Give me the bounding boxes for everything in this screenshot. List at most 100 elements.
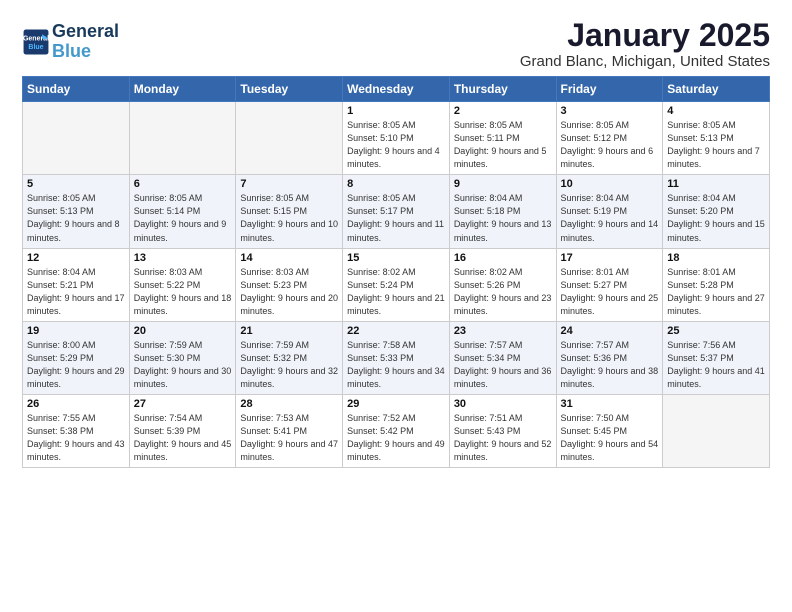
day-header-wednesday: Wednesday: [343, 77, 450, 102]
logo-text: General Blue: [52, 22, 119, 62]
calendar-cell: [129, 102, 236, 175]
day-number: 31: [561, 398, 659, 410]
calendar-cell: [23, 102, 130, 175]
calendar-cell: 2Sunrise: 8:05 AM Sunset: 5:11 PM Daylig…: [449, 102, 556, 175]
day-number: 10: [561, 178, 659, 190]
calendar-cell: 16 Sunrise: 8:02 AM Sunset: 5:26 PM Dayli…: [449, 248, 556, 321]
calendar-cell: 29 Sunrise: 7:52 AM Sunset: 5:42 PM Dayli…: [343, 394, 450, 467]
calendar-cell: 25 Sunrise: 7:56 AM Sunset: 5:37 PM Dayli…: [663, 321, 770, 394]
day-info: Sunrise: 7:56 AM Sunset: 5:37 PM Dayligh…: [667, 339, 765, 391]
calendar-table: SundayMondayTuesdayWednesdayThursdayFrid…: [22, 76, 770, 468]
calendar-cell: 17 Sunrise: 8:01 AM Sunset: 5:27 PM Dayli…: [556, 248, 663, 321]
day-number: 4: [667, 105, 765, 117]
day-number: 3: [561, 105, 659, 117]
calendar-cell: 5 Sunrise: 8:05 AM Sunset: 5:13 PM Daylig…: [23, 175, 130, 248]
svg-text:Blue: Blue: [28, 44, 43, 51]
calendar-header-row: SundayMondayTuesdayWednesdayThursdayFrid…: [23, 77, 770, 102]
day-number: 6: [134, 178, 232, 190]
day-info: Sunrise: 7:59 AM Sunset: 5:30 PM Dayligh…: [134, 339, 232, 391]
day-info: Sunrise: 8:05 AM Sunset: 5:13 PM Dayligh…: [27, 192, 125, 244]
day-info: Sunrise: 8:01 AM Sunset: 5:28 PM Dayligh…: [667, 266, 765, 318]
day-number: 27: [134, 398, 232, 410]
day-header-sunday: Sunday: [23, 77, 130, 102]
day-info: Sunrise: 8:01 AM Sunset: 5:27 PM Dayligh…: [561, 266, 659, 318]
calendar-cell: 10 Sunrise: 8:04 AM Sunset: 5:19 PM Dayli…: [556, 175, 663, 248]
day-info: Sunrise: 7:55 AM Sunset: 5:38 PM Dayligh…: [27, 412, 125, 464]
calendar-cell: 3 Sunrise: 8:05 AM Sunset: 5:12 PM Daylig…: [556, 102, 663, 175]
calendar-week-row: 1 Sunrise: 8:05 AM Sunset: 5:10 PM Daylig…: [23, 102, 770, 175]
day-info: Sunrise: 8:05 AM Sunset: 5:17 PM Dayligh…: [347, 192, 445, 244]
calendar-cell: 15 Sunrise: 8:02 AM Sunset: 5:24 PM Dayli…: [343, 248, 450, 321]
day-info: Sunrise: 7:57 AM Sunset: 5:34 PM Dayligh…: [454, 339, 552, 391]
day-number: 16: [454, 252, 552, 264]
day-number: 30: [454, 398, 552, 410]
day-info: Sunrise: 8:05 AM Sunset: 5:14 PM Dayligh…: [134, 192, 232, 244]
day-info: Sunrise: 7:58 AM Sunset: 5:33 PM Dayligh…: [347, 339, 445, 391]
calendar-cell: [236, 102, 343, 175]
calendar-week-row: 19 Sunrise: 8:00 AM Sunset: 5:29 PM Dayli…: [23, 321, 770, 394]
calendar-cell: 27 Sunrise: 7:54 AM Sunset: 5:39 PM Dayli…: [129, 394, 236, 467]
day-info: Sunrise: 8:02 AM Sunset: 5:24 PM Dayligh…: [347, 266, 445, 318]
calendar-week-row: 12Sunrise: 8:04 AM Sunset: 5:21 PM Dayli…: [23, 248, 770, 321]
calendar-cell: 21 Sunrise: 7:59 AM Sunset: 5:32 PM Dayli…: [236, 321, 343, 394]
day-number: 7: [240, 178, 338, 190]
calendar-cell: [663, 394, 770, 467]
calendar-cell: 1 Sunrise: 8:05 AM Sunset: 5:10 PM Daylig…: [343, 102, 450, 175]
calendar-week-row: 26 Sunrise: 7:55 AM Sunset: 5:38 PM Dayli…: [23, 394, 770, 467]
day-number: 9: [454, 178, 552, 190]
day-info: Sunrise: 8:04 AM Sunset: 5:18 PM Dayligh…: [454, 192, 552, 244]
day-number: 5: [27, 178, 125, 190]
day-number: 11: [667, 178, 765, 190]
day-number: 24: [561, 325, 659, 337]
calendar-cell: 20Sunrise: 7:59 AM Sunset: 5:30 PM Dayli…: [129, 321, 236, 394]
day-number: 26: [27, 398, 125, 410]
calendar-cell: 30Sunrise: 7:51 AM Sunset: 5:43 PM Dayli…: [449, 394, 556, 467]
day-info: Sunrise: 8:04 AM Sunset: 5:21 PM Dayligh…: [27, 266, 125, 318]
day-header-tuesday: Tuesday: [236, 77, 343, 102]
day-number: 1: [347, 105, 445, 117]
day-number: 17: [561, 252, 659, 264]
day-info: Sunrise: 7:50 AM Sunset: 5:45 PM Dayligh…: [561, 412, 659, 464]
day-number: 21: [240, 325, 338, 337]
day-info: Sunrise: 8:05 AM Sunset: 5:13 PM Dayligh…: [667, 119, 765, 171]
day-info: Sunrise: 8:05 AM Sunset: 5:12 PM Dayligh…: [561, 119, 659, 171]
logo: General Blue General Blue: [22, 22, 119, 62]
day-info: Sunrise: 8:03 AM Sunset: 5:23 PM Dayligh…: [240, 266, 338, 318]
day-info: Sunrise: 7:54 AM Sunset: 5:39 PM Dayligh…: [134, 412, 232, 464]
calendar-title: January 2025: [520, 18, 770, 53]
page: General Blue General Blue January 2025 G…: [0, 0, 792, 612]
day-header-friday: Friday: [556, 77, 663, 102]
calendar-cell: 19 Sunrise: 8:00 AM Sunset: 5:29 PM Dayli…: [23, 321, 130, 394]
calendar-subtitle: Grand Blanc, Michigan, United States: [520, 53, 770, 70]
calendar-cell: 14 Sunrise: 8:03 AM Sunset: 5:23 PM Dayli…: [236, 248, 343, 321]
day-header-monday: Monday: [129, 77, 236, 102]
day-number: 28: [240, 398, 338, 410]
day-number: 19: [27, 325, 125, 337]
calendar-cell: 18 Sunrise: 8:01 AM Sunset: 5:28 PM Dayli…: [663, 248, 770, 321]
day-info: Sunrise: 8:02 AM Sunset: 5:26 PM Dayligh…: [454, 266, 552, 318]
day-number: 14: [240, 252, 338, 264]
day-number: 8: [347, 178, 445, 190]
calendar-cell: 13 Sunrise: 8:03 AM Sunset: 5:22 PM Dayli…: [129, 248, 236, 321]
day-info: Sunrise: 7:52 AM Sunset: 5:42 PM Dayligh…: [347, 412, 445, 464]
day-number: 22: [347, 325, 445, 337]
day-info: Sunrise: 8:03 AM Sunset: 5:22 PM Dayligh…: [134, 266, 232, 318]
calendar-cell: 7Sunrise: 8:05 AM Sunset: 5:15 PM Daylig…: [236, 175, 343, 248]
day-number: 15: [347, 252, 445, 264]
logo-icon: General Blue: [22, 28, 50, 56]
day-info: Sunrise: 8:04 AM Sunset: 5:19 PM Dayligh…: [561, 192, 659, 244]
day-number: 29: [347, 398, 445, 410]
calendar-cell: 22 Sunrise: 7:58 AM Sunset: 5:33 PM Dayli…: [343, 321, 450, 394]
day-number: 23: [454, 325, 552, 337]
day-info: Sunrise: 7:59 AM Sunset: 5:32 PM Dayligh…: [240, 339, 338, 391]
day-info: Sunrise: 8:05 AM Sunset: 5:10 PM Dayligh…: [347, 119, 445, 171]
day-number: 13: [134, 252, 232, 264]
day-number: 18: [667, 252, 765, 264]
calendar-cell: 26 Sunrise: 7:55 AM Sunset: 5:38 PM Dayli…: [23, 394, 130, 467]
day-number: 25: [667, 325, 765, 337]
day-info: Sunrise: 8:04 AM Sunset: 5:20 PM Dayligh…: [667, 192, 765, 244]
calendar-cell: 23 Sunrise: 7:57 AM Sunset: 5:34 PM Dayli…: [449, 321, 556, 394]
day-header-saturday: Saturday: [663, 77, 770, 102]
day-info: Sunrise: 8:00 AM Sunset: 5:29 PM Dayligh…: [27, 339, 125, 391]
calendar-cell: 6 Sunrise: 8:05 AM Sunset: 5:14 PM Daylig…: [129, 175, 236, 248]
